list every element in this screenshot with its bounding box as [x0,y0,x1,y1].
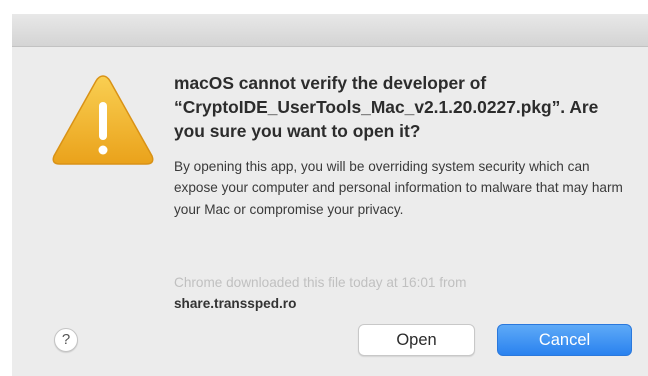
gatekeeper-dialog: macOS cannot verify the developer of “Cr… [12,14,648,376]
open-button[interactable]: Open [358,324,475,356]
title-bar [12,14,648,47]
download-source-text: Chrome downloaded this file today at 16:… [174,275,467,290]
download-source-host: share.transsped.ro [174,296,297,311]
download-source: Chrome downloaded this file today at 16:… [174,272,624,314]
help-button[interactable]: ? [54,328,78,352]
dialog-message: By opening this app, you will be overrid… [174,159,623,217]
dialog-heading: macOS cannot verify the developer of “Cr… [174,73,599,141]
warning-triangle-icon [52,75,154,165]
cancel-button[interactable]: Cancel [497,324,632,356]
